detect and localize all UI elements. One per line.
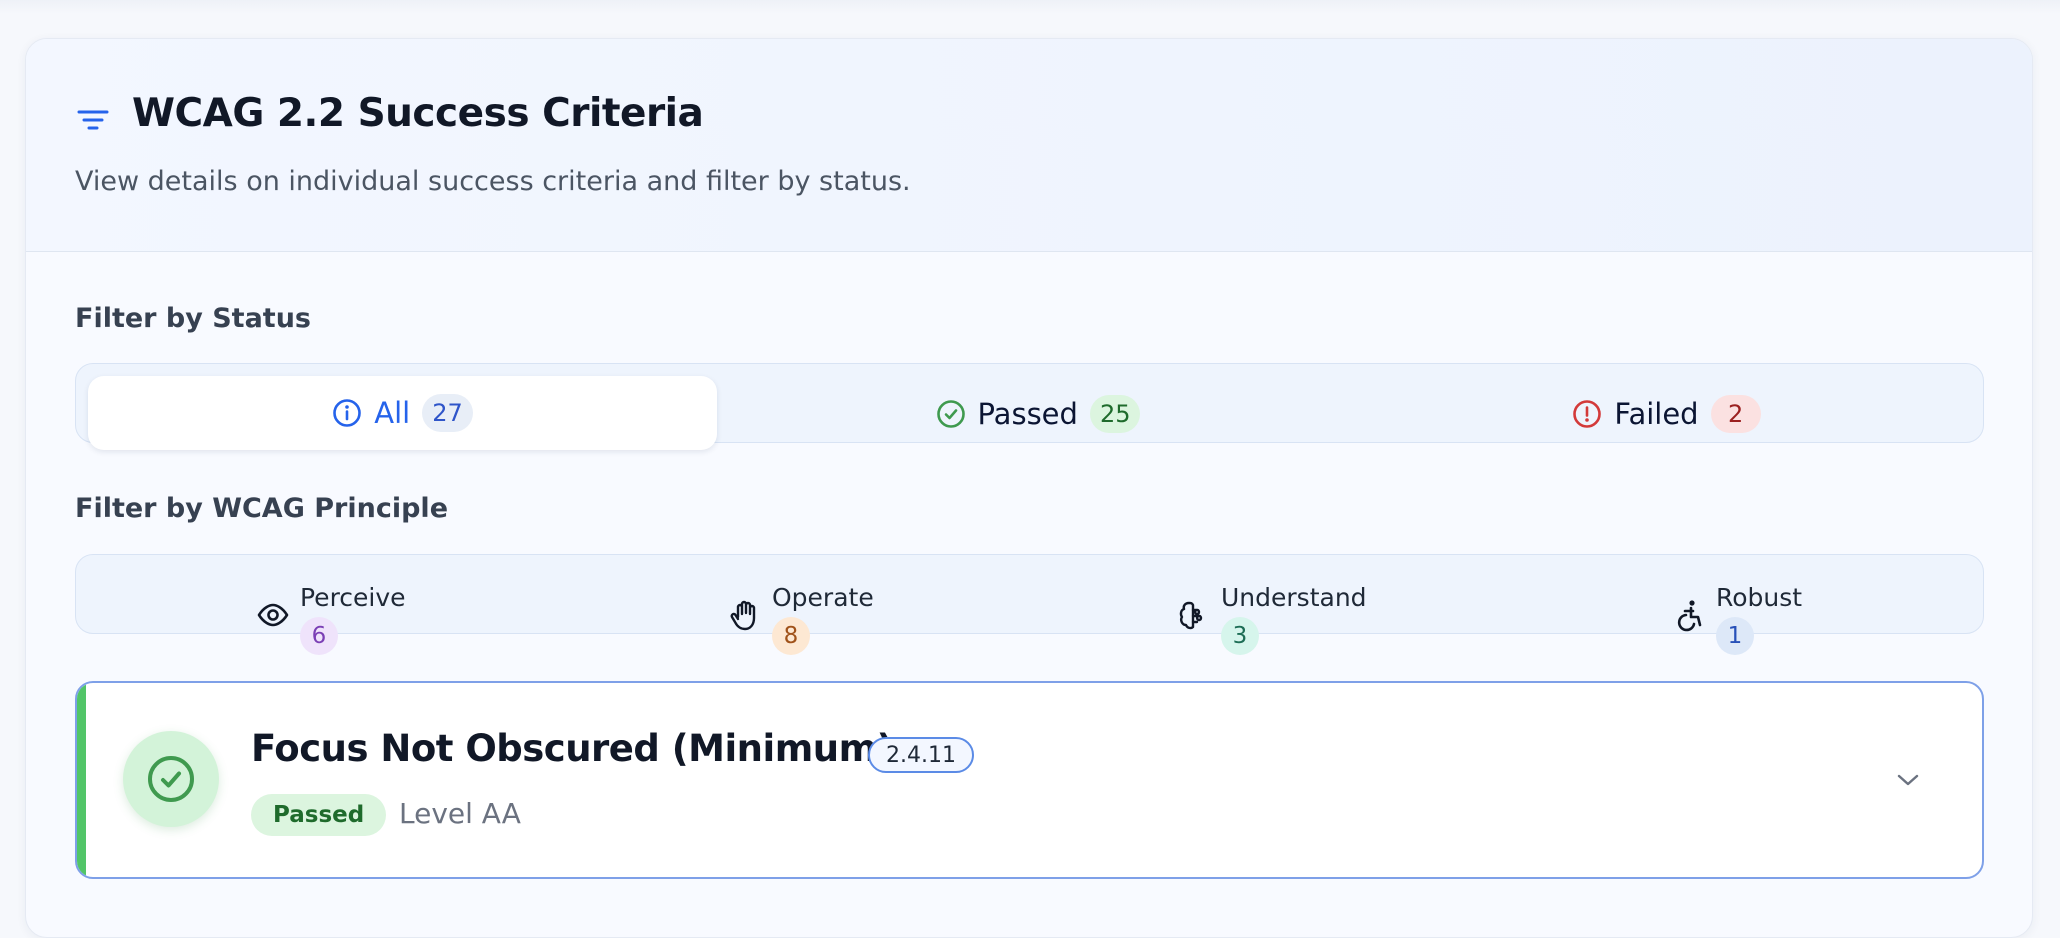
brain-icon: [1179, 601, 1203, 630]
info-circle-icon: [333, 399, 362, 427]
accessibility-icon: [1677, 600, 1702, 632]
check-circle-icon: [936, 400, 965, 428]
principle-understand-count: 3: [1221, 617, 1259, 655]
principle-robust-count: 1: [1716, 617, 1754, 655]
principle-operate-count: 8: [772, 617, 810, 655]
page-title: WCAG 2.2 Success Criteria: [132, 91, 704, 136]
principle-perceive-label: Perceive: [300, 583, 406, 612]
criterion-status-bar: [77, 683, 86, 877]
principle-operate-label: Operate: [772, 583, 874, 612]
criterion-card[interactable]: Focus Not Obscured (Minimum) 2.4.11 Pass…: [75, 681, 1984, 879]
alert-circle-icon: [1573, 400, 1602, 428]
chevron-down-icon[interactable]: [1895, 771, 1921, 789]
criteria-card: WCAG 2.2 Success Criteria View details o…: [25, 38, 2033, 938]
card-header: WCAG 2.2 Success Criteria View details o…: [26, 39, 2032, 252]
top-strip: [0, 0, 2060, 14]
tab-passed[interactable]: Passed 25: [724, 376, 1352, 452]
tab-passed-label: Passed: [977, 397, 1078, 431]
criterion-title: Focus Not Obscured (Minimum): [251, 727, 894, 770]
tab-failed[interactable]: Failed 2: [1352, 376, 1981, 452]
eye-icon: [257, 603, 289, 627]
criterion-level: Level AA: [399, 797, 521, 830]
tab-all-count: 27: [422, 394, 473, 432]
criterion-code-badge: 2.4.11: [868, 737, 974, 773]
tab-failed-count: 2: [1710, 395, 1761, 433]
tab-all[interactable]: All 27: [88, 376, 717, 450]
tab-all-label: All: [374, 396, 411, 430]
principle-robust-label: Robust: [1716, 583, 1803, 612]
filter-icon: [77, 110, 109, 130]
principle-understand-label: Understand: [1221, 583, 1367, 612]
principle-filter-label: Filter by WCAG Principle: [75, 493, 449, 524]
status-filter-label: Filter by Status: [75, 303, 311, 334]
tab-passed-count: 25: [1089, 395, 1141, 433]
criterion-status-badge: Passed: [251, 794, 387, 836]
principle-filter-group: Perceive 6 Operate 8 Understand 3 Robust…: [75, 554, 1984, 655]
principle-perceive-count: 6: [300, 617, 338, 655]
hand-icon: [730, 600, 756, 631]
criterion-status-icon-wrap: [123, 731, 219, 827]
check-circle-icon: [148, 756, 194, 802]
tab-failed-label: Failed: [1614, 397, 1699, 431]
status-filter-group: All 27 Passed 25 Failed 2: [75, 363, 1984, 450]
page-subtitle: View details on individual success crite…: [75, 166, 911, 197]
